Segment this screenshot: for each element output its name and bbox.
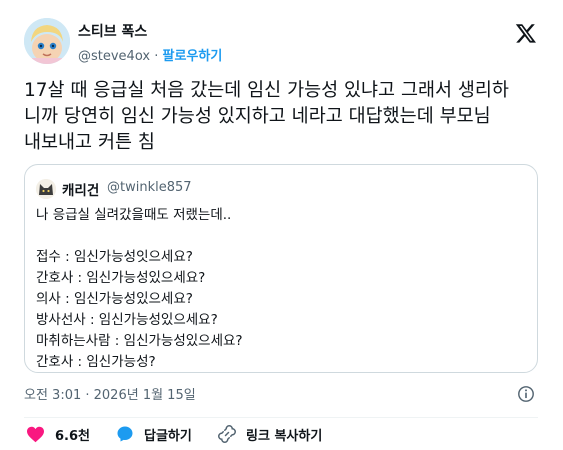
quoted-tweet-text: 나 응급실 실려갔을때도 저랬는데.. 접수 : 임신가능성잇으세요? 간호사 … [36,205,243,373]
quoted-author-name: 캐리건 [62,183,100,199]
quoted-author-avatar [36,179,56,199]
info-icon[interactable] [517,385,535,403]
follow-button[interactable]: 팔로우하기 [163,49,223,64]
tweet-line: 내보내고 커튼 침 [24,132,155,153]
quote-line: 간호사 : 임신가능성? [36,354,156,370]
like-count: 6.6천 [55,428,90,444]
quote-line: 의사 : 임신가능성있으세요? [36,291,193,307]
quoted-tweet-card[interactable]: 캐리건 @twinkle857 나 응급실 실려갔을때도 저랬는데.. 접수 :… [24,164,538,373]
like-button[interactable]: 6.6천 [26,424,90,444]
separator-dot: · [154,49,159,64]
quote-line: 나 응급실 실려갔을때도 저랬는데.. [36,207,232,223]
divider [24,417,538,418]
tweet-timestamp[interactable]: 오전 3:01 · 2026년 1월 15일 [24,384,196,403]
tweet-line: 니까 당연히 임신 가능성 있지하고 네라고 대답했는데 부모님 [24,106,491,127]
reply-label: 답글하기 [144,428,192,444]
quoted-author-handle: @twinkle857 [107,180,192,195]
copy-link-button[interactable]: 링크 복사하기 [218,424,322,444]
quote-line: 방사선사 : 임신가능성있으세요? [36,312,218,328]
tweet-text: 17살 때 응급실 처음 갔는데 임신 가능성 있냐고 그래서 생리하 니까 당… [24,78,544,156]
reply-button[interactable]: 답글하기 [116,424,192,444]
reply-bubble-icon [117,426,133,442]
heart-icon [27,426,44,442]
author-handle[interactable]: @steve4ox [78,49,150,64]
quote-line: 마취하는사람 : 임신가능성있으세요? [36,333,243,349]
author-avatar[interactable] [24,18,70,64]
x-logo-icon[interactable] [515,22,537,44]
author-display-name[interactable]: 스티브 폭스 [78,21,147,41]
quote-line: 간호사 : 임신가능성있으세요? [36,270,206,286]
link-icon [218,425,236,443]
author-handle-row: @steve4ox · 팔로우하기 [78,45,222,64]
copy-link-label: 링크 복사하기 [246,428,323,444]
tweet-line: 17살 때 응급실 처음 갔는데 임신 가능성 있냐고 그래서 생리하 [24,80,509,101]
quote-line: 접수 : 임신가능성잇으세요? [36,249,193,265]
quote-blank-line [36,226,243,247]
